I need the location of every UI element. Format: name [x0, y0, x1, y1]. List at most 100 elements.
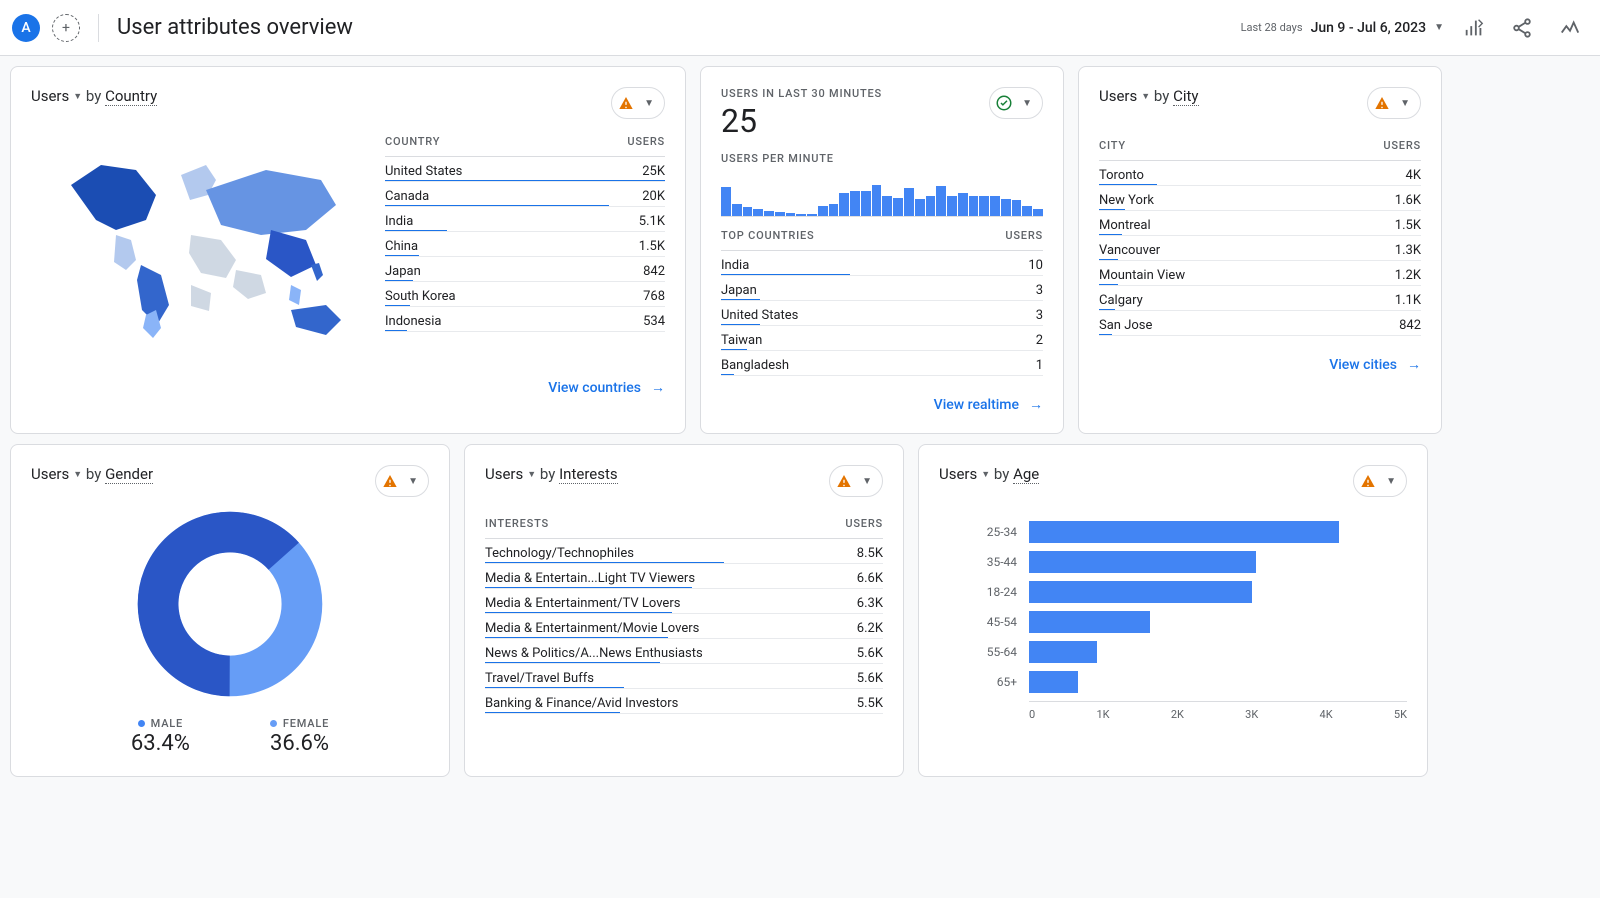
- chevron-down-icon[interactable]: ▼: [1394, 98, 1416, 109]
- by-text: by: [86, 465, 101, 483]
- row-value: 3: [1036, 308, 1043, 323]
- row-value: 1.5K: [639, 239, 665, 254]
- data-quality-chip[interactable]: ▼: [611, 87, 665, 119]
- spark-bar: [732, 204, 742, 216]
- share-icon[interactable]: [1504, 10, 1540, 46]
- card-users-by-city: Users▼ by City ▼ CITY USERS Toronto4KNew…: [1078, 66, 1442, 434]
- spark-bar: [829, 204, 839, 216]
- row-bar: [485, 712, 620, 714]
- col-header-value: USERS: [627, 135, 665, 148]
- row-value: 5.6K: [857, 671, 883, 686]
- axis-tick: 4K: [1320, 708, 1333, 721]
- row-value: 1.6K: [1395, 193, 1421, 208]
- view-cities-link[interactable]: View cities →: [1329, 356, 1421, 373]
- chevron-down-icon[interactable]: ▼: [1380, 476, 1402, 487]
- data-quality-chip[interactable]: ▼: [1367, 87, 1421, 119]
- spark-bar: [753, 209, 763, 216]
- table-row: Japan3: [721, 276, 1043, 301]
- table-row: Travel/Travel Buffs5.6K: [485, 664, 883, 689]
- row-value: 1.2K: [1395, 268, 1421, 283]
- gender-donut-chart: [31, 509, 429, 699]
- spark-bar: [1022, 206, 1032, 216]
- dimension-label[interactable]: Gender: [105, 465, 153, 484]
- spark-bar: [969, 196, 979, 217]
- chevron-down-icon[interactable]: ▼: [856, 476, 878, 487]
- row-value: 20K: [642, 189, 665, 204]
- view-countries-link[interactable]: View countries →: [548, 379, 665, 396]
- table-row: Calgary1.1K: [1099, 286, 1421, 311]
- dimension-label[interactable]: Age: [1013, 465, 1039, 484]
- avatar-letter[interactable]: A: [12, 14, 40, 42]
- metric-dropdown[interactable]: Users▼: [1099, 87, 1150, 105]
- chevron-down-icon[interactable]: ▼: [1016, 98, 1038, 109]
- by-text: by: [1154, 87, 1169, 105]
- chevron-down-icon: ▼: [1141, 91, 1150, 102]
- col-header-value: USERS: [845, 517, 883, 530]
- date-range-prefix: Last 28 days: [1241, 21, 1303, 34]
- dimension-label[interactable]: City: [1173, 87, 1198, 106]
- table-row: Bangladesh1: [721, 351, 1043, 376]
- metric-label: Users: [31, 87, 69, 105]
- age-axis: 01K2K3K4K5K: [1029, 701, 1407, 721]
- row-value: 534: [643, 314, 665, 329]
- data-quality-chip[interactable]: ▼: [989, 87, 1043, 119]
- edit-comparisons-icon[interactable]: [1456, 10, 1492, 46]
- dimension-label[interactable]: Country: [105, 87, 157, 106]
- table-row: Montreal1.5K: [1099, 211, 1421, 236]
- chevron-down-icon: ▼: [73, 91, 82, 102]
- insights-icon[interactable]: [1552, 10, 1588, 46]
- col-header-dimension: COUNTRY: [385, 135, 440, 148]
- spark-bar: [979, 196, 989, 216]
- add-button[interactable]: +: [52, 14, 80, 42]
- age-bar: [1029, 611, 1150, 633]
- row-bar: [385, 330, 407, 332]
- chevron-down-icon[interactable]: ▼: [638, 98, 660, 109]
- link-label: View realtime: [934, 397, 1019, 413]
- spark-bar: [839, 193, 849, 216]
- spark-bar: [1033, 209, 1043, 216]
- chevron-down-icon[interactable]: ▼: [402, 476, 424, 487]
- row-value: 5.5K: [857, 696, 883, 711]
- dimension-label[interactable]: Interests: [559, 465, 618, 484]
- col-header-value: USERS: [1005, 229, 1043, 242]
- age-bar: [1029, 641, 1097, 663]
- row-value: 6.2K: [857, 621, 883, 636]
- date-range-picker[interactable]: Last 28 days Jun 9 - Jul 6, 2023 ▼: [1241, 20, 1444, 36]
- age-row: 18-24: [939, 581, 1407, 603]
- metric-dropdown[interactable]: Users▼: [939, 465, 990, 483]
- arrow-right-icon: →: [1029, 396, 1043, 413]
- row-label: Calgary: [1099, 293, 1143, 308]
- data-quality-chip[interactable]: ▼: [375, 465, 429, 497]
- spark-bar: [786, 213, 796, 216]
- data-quality-chip[interactable]: ▼: [829, 465, 883, 497]
- row-label: India: [385, 214, 413, 229]
- table-row: China1.5K: [385, 232, 665, 257]
- metric-dropdown[interactable]: Users▼: [485, 465, 536, 483]
- col-header-dimension: INTERESTS: [485, 517, 549, 530]
- table-row: Media & Entertainment/TV Lovers6.3K: [485, 589, 883, 614]
- age-label: 25-34: [939, 525, 1029, 539]
- view-realtime-link[interactable]: View realtime →: [934, 396, 1043, 413]
- chevron-down-icon: ▼: [981, 469, 990, 480]
- metric-dropdown[interactable]: Users▼: [31, 465, 82, 483]
- by-text: by: [994, 465, 1009, 483]
- row-value: 842: [643, 264, 665, 279]
- table-row: News & Politics/A...News Enthusiasts5.6K: [485, 639, 883, 664]
- divider: [98, 14, 99, 42]
- row-label: United States: [385, 164, 462, 179]
- spark-bar: [861, 191, 871, 216]
- spark-bar: [1001, 199, 1011, 216]
- table-row: India10: [721, 251, 1043, 276]
- row-label: Banking & Finance/Avid Investors: [485, 696, 678, 711]
- age-label: 35-44: [939, 555, 1029, 569]
- country-table: COUNTRY USERS United States25KCanada20KI…: [385, 135, 665, 359]
- row-label: Media & Entertainment/TV Lovers: [485, 596, 680, 611]
- table-row: New York1.6K: [1099, 186, 1421, 211]
- metric-dropdown[interactable]: Users ▼: [31, 87, 82, 105]
- row-label: United States: [721, 308, 798, 323]
- table-row: Indonesia534: [385, 307, 665, 332]
- row-label: Media & Entertainment/Movie Lovers: [485, 621, 699, 636]
- link-label: View countries: [548, 380, 641, 396]
- data-quality-chip[interactable]: ▼: [1353, 465, 1407, 497]
- row-value: 5.1K: [639, 214, 665, 229]
